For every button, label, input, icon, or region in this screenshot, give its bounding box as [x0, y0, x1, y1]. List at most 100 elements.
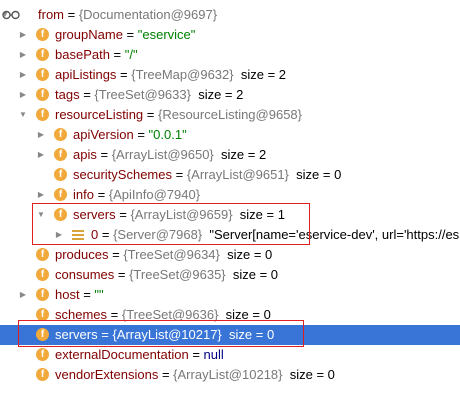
variable-value: "eservice" — [137, 27, 196, 42]
tree-row-label: consumes = {TreeSet@9635} size = 0 — [55, 265, 278, 285]
equals-sign: = — [96, 147, 112, 162]
field-icon: f — [36, 108, 49, 121]
field-icon: f — [36, 268, 49, 281]
equals-sign: = — [133, 127, 149, 142]
tree-row-label: host = "" — [55, 285, 104, 305]
tree-row-root[interactable]: ▼ from = {Documentation@9697} — [0, 5, 460, 25]
variable-name: securitySchemes — [73, 167, 172, 182]
tree-row-label: info = {ApiInfo@7940} — [73, 185, 200, 205]
variable-extra: size = 0 — [232, 267, 279, 282]
variable-value: "0.0.1" — [148, 127, 187, 142]
variable-name: resourceListing — [55, 107, 144, 122]
variable-name: vendorExtensions — [55, 367, 159, 382]
variable-extra: size = 0 — [289, 367, 335, 382]
tree-row[interactable]: ▶ f tags = {TreeSet@9633} size = 2 — [0, 85, 460, 105]
field-icon: f — [54, 148, 67, 161]
equals-sign: = — [79, 87, 95, 102]
variable-value: {ArrayList@9650} — [111, 147, 214, 162]
expand-right-icon[interactable]: ▶ — [18, 85, 28, 105]
field-icon: f — [36, 68, 49, 81]
field-icon: f — [36, 348, 49, 361]
tree-row-label: securitySchemes = {ArrayList@9651} size … — [73, 165, 341, 185]
variable-value: "/" — [124, 47, 138, 62]
expand-right-icon[interactable]: ▶ — [36, 185, 46, 205]
tree-row[interactable]: ▶ f apis = {ArrayList@9650} size = 2 — [0, 145, 460, 165]
tree-row[interactable]: f consumes = {TreeSet@9635} size = 0 — [0, 265, 460, 285]
variable-value: {TreeSet@9634} — [123, 247, 220, 262]
tree-row[interactable]: ▶ f basePath = "/" — [0, 45, 460, 65]
field-icon: f — [36, 288, 49, 301]
equals-sign: = — [188, 347, 204, 362]
tree-row[interactable]: ▶ f groupName = "eservice" — [0, 25, 460, 45]
variable-value: {ArrayList@10218} — [173, 367, 283, 382]
tree-row[interactable]: f vendorExtensions = {ArrayList@10218} si… — [0, 365, 460, 385]
variable-extra: size = 0 — [296, 167, 342, 182]
variable-value: {TreeSet@9635} — [129, 267, 226, 282]
root-name: from — [38, 7, 64, 22]
variable-name: apiListings — [55, 67, 117, 82]
field-icon: f — [54, 128, 67, 141]
tree-row-label: externalDocumentation = null — [55, 345, 224, 365]
tree-row-label: vendorExtensions = {ArrayList@10218} siz… — [55, 365, 335, 385]
tree-row[interactable]: ▶ f apiVersion = "0.0.1" — [0, 125, 460, 145]
expand-right-icon[interactable]: ▶ — [18, 65, 28, 85]
tree-row[interactable]: ▼ f resourceListing = {ResourceListing@965… — [0, 105, 460, 125]
tree-row[interactable]: f securitySchemes = {ArrayList@9651} size… — [0, 165, 460, 185]
root-eq: = — [64, 7, 79, 22]
expand-right-icon[interactable]: ▶ — [18, 285, 28, 305]
equals-sign: = — [143, 107, 158, 122]
root-label: from = {Documentation@9697} — [38, 5, 217, 25]
variable-extra: size = 2 — [240, 67, 287, 82]
tree-row[interactable]: f externalDocumentation = null — [0, 345, 460, 365]
variable-extra: size = 2 — [221, 147, 267, 162]
tree-row[interactable]: ▶ f apiListings = {TreeMap@9632} size = 2 — [0, 65, 460, 85]
variable-name: host — [55, 287, 80, 302]
highlight-box-servers-selected — [18, 320, 304, 347]
tree-row-label: groupName = "eservice" — [55, 25, 195, 45]
variable-name: apiVersion — [73, 127, 134, 142]
field-icon: f — [54, 168, 67, 181]
field-icon: f — [36, 88, 49, 101]
equals-sign: = — [109, 47, 125, 62]
field-icon: f — [36, 28, 49, 41]
variable-value: {ResourceListing@9658} — [157, 107, 302, 122]
tree-row[interactable]: f produces = {TreeSet@9634} size = 0 — [0, 245, 460, 265]
highlight-box-servers-list — [32, 203, 310, 245]
variable-extra: size = 2 — [198, 87, 244, 102]
tree-row-label: resourceListing = {ResourceListing@9658} — [55, 105, 302, 125]
variable-value: {ArrayList@9651} — [186, 167, 289, 182]
variable-name: tags — [55, 87, 80, 102]
field-icon: f — [36, 368, 49, 381]
equals-sign: = — [171, 167, 187, 182]
equals-sign: = — [114, 267, 130, 282]
tree-row-label: tags = {TreeSet@9633} size = 2 — [55, 85, 243, 105]
tree-row-label: produces = {TreeSet@9634} size = 0 — [55, 245, 272, 265]
variable-value: "" — [94, 287, 104, 302]
equals-sign: = — [158, 367, 174, 382]
expand-down-icon[interactable]: ▼ — [18, 105, 28, 125]
expand-right-icon[interactable]: ▶ — [36, 125, 46, 145]
expand-right-icon[interactable]: ▶ — [18, 45, 28, 65]
variable-value: null — [203, 347, 224, 362]
equals-sign: = — [122, 27, 138, 42]
field-icon: f — [36, 248, 49, 261]
variable-value: {TreeSet@9633} — [94, 87, 191, 102]
expand-right-icon[interactable]: ▶ — [18, 25, 28, 45]
field-icon: f — [36, 48, 49, 61]
tree-row-label: apiListings = {TreeMap@9632} size = 2 — [55, 65, 286, 85]
tree-row[interactable]: ▶ f host = "" — [0, 285, 460, 305]
tree-row-label: apis = {ArrayList@9650} size = 2 — [73, 145, 266, 165]
variable-name: groupName — [55, 27, 123, 42]
field-icon: f — [54, 188, 67, 201]
variable-value: {ApiInfo@7940} — [108, 187, 201, 202]
variable-name: produces — [55, 247, 109, 262]
expand-right-icon[interactable]: ▶ — [36, 145, 46, 165]
tree-row[interactable]: ▶ f info = {ApiInfo@7940} — [0, 185, 460, 205]
equals-sign: = — [108, 247, 124, 262]
tree-row-label: basePath = "/" — [55, 45, 138, 65]
glasses-icon — [2, 10, 20, 20]
equals-sign: = — [79, 287, 95, 302]
